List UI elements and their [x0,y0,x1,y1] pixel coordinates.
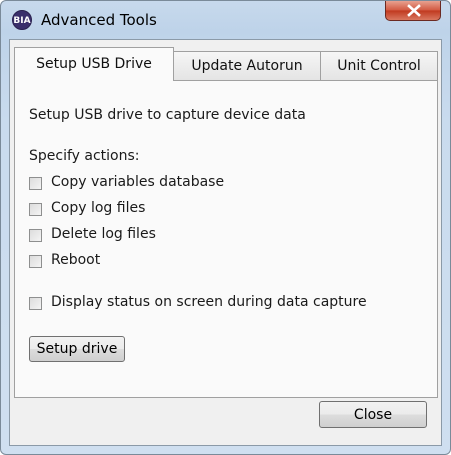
panel-description: Setup USB drive to capture device data [29,107,306,123]
reboot-label[interactable]: Reboot [51,252,100,268]
setup-usb-drive-panel: Setup USB drive to capture device data S… [14,80,438,398]
copy-variables-database-checkbox[interactable] [29,177,42,190]
copy-log-files-label[interactable]: Copy log files [51,200,145,216]
display-status-label[interactable]: Display status on screen during data cap… [51,294,367,310]
app-logo-icon: BIA [12,10,32,30]
tab-strip: Setup USB Drive Update Autorun Unit Cont… [10,40,443,81]
tab-setup-usb-drive[interactable]: Setup USB Drive [14,47,174,81]
window-close-button[interactable] [385,1,441,21]
window-title: Advanced Tools [41,11,157,29]
delete-log-files-checkbox[interactable] [29,229,42,242]
copy-log-files-checkbox[interactable] [29,203,42,216]
tab-update-autorun[interactable]: Update Autorun [173,51,321,80]
close-button[interactable]: Close [319,401,427,428]
copy-variables-database-label[interactable]: Copy variables database [51,174,224,190]
display-status-checkbox[interactable] [29,297,42,310]
close-icon [407,4,421,17]
actions-label: Specify actions: [29,148,140,164]
delete-log-files-label[interactable]: Delete log files [51,226,156,242]
title-bar[interactable]: BIA Advanced Tools [1,1,450,39]
tab-unit-control[interactable]: Unit Control [320,51,438,80]
dialog-body: Setup USB Drive Update Autorun Unit Cont… [9,39,442,446]
advanced-tools-window: BIA Advanced Tools Setup USB Drive Updat… [0,0,451,455]
reboot-checkbox[interactable] [29,255,42,268]
setup-drive-button[interactable]: Setup drive [29,336,125,362]
